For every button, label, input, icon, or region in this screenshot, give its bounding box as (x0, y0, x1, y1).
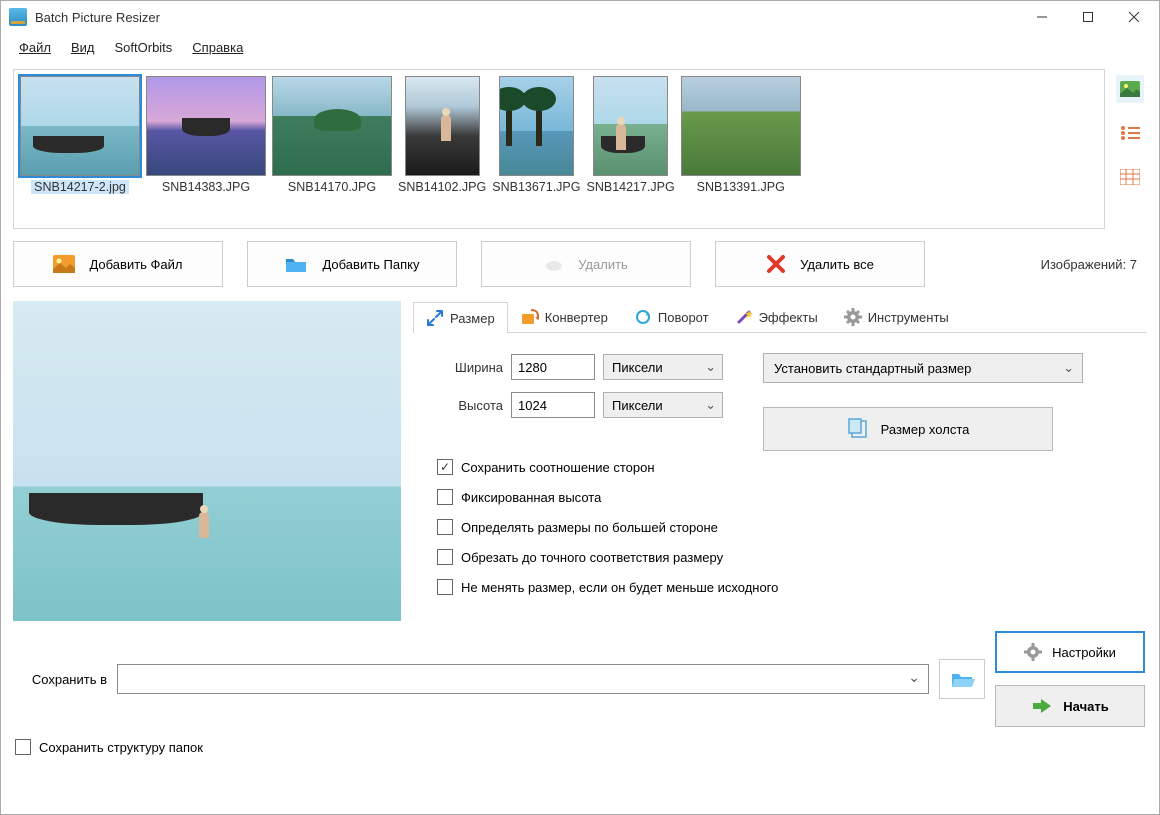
maximize-button[interactable] (1065, 2, 1111, 32)
add-file-button[interactable]: Добавить Файл (13, 241, 223, 287)
wand-icon (735, 308, 753, 326)
play-icon (1031, 697, 1053, 715)
thumbnail-label: SNB13391.JPG (697, 180, 785, 194)
app-icon (9, 8, 27, 26)
thumbnail-image (681, 76, 801, 176)
thumbnail-image (405, 76, 480, 176)
crop-exact-checkbox[interactable]: Обрезать до точного соответствия размеру (431, 549, 1147, 565)
menu-file[interactable]: Файл (9, 36, 61, 59)
tab-converter[interactable]: Конвертер (508, 301, 621, 332)
thumbnail-label: SNB14383.JPG (162, 180, 250, 194)
preview-pane (13, 301, 401, 621)
rotate-icon (634, 308, 652, 326)
delete-button[interactable]: Удалить (481, 241, 691, 287)
menu-bar: Файл Вид SoftOrbits Справка (1, 33, 1159, 61)
width-input[interactable] (511, 354, 595, 380)
save-to-label: Сохранить в (15, 672, 107, 687)
resize-icon (426, 309, 444, 327)
fixed-height-checkbox[interactable]: Фиксированная высота (431, 489, 1147, 505)
height-unit-select[interactable]: Пиксели (603, 392, 723, 418)
thumbnail-item[interactable]: SNB14383.JPG (146, 76, 266, 222)
width-label: Ширина (431, 360, 503, 375)
menu-help[interactable]: Справка (182, 36, 253, 59)
thumbnail-image (593, 76, 668, 176)
start-button[interactable]: Начать (995, 685, 1145, 727)
delete-x-icon (766, 254, 786, 274)
save-path-select[interactable] (117, 664, 929, 694)
view-thumbnails-button[interactable] (1116, 75, 1144, 103)
folder-open-icon (949, 669, 975, 689)
keep-aspect-checkbox[interactable]: ✓ Сохранить соотношение сторон (431, 459, 1147, 475)
canvas-size-button[interactable]: Размер холста (763, 407, 1053, 451)
browse-folder-button[interactable] (939, 659, 985, 699)
thumbnail-image (272, 76, 392, 176)
settings-panel: Размер Конвертер Поворот Эффекты Инструм… (413, 301, 1147, 621)
tab-rotate[interactable]: Поворот (621, 301, 722, 332)
picture-icon (53, 255, 75, 273)
add-file-label: Добавить Файл (89, 257, 182, 272)
thumbnail-item[interactable]: SNB13391.JPG (681, 76, 801, 222)
delete-all-button[interactable]: Удалить все (715, 241, 925, 287)
menu-view[interactable]: Вид (61, 36, 105, 59)
standard-size-select[interactable]: Установить стандартный размер (763, 353, 1083, 383)
folder-icon (284, 255, 308, 273)
window-title: Batch Picture Resizer (35, 10, 160, 25)
thumbnail-item[interactable]: SNB14102.JPG (398, 76, 486, 222)
image-count: Изображений: 7 (1041, 257, 1147, 272)
minimize-button[interactable] (1019, 2, 1065, 32)
image-icon (1119, 80, 1141, 98)
action-toolbar: Добавить Файл Добавить Папку Удалить Уда… (13, 241, 1147, 287)
delete-label: Удалить (578, 257, 628, 272)
gear-icon (844, 308, 862, 326)
convert-icon (521, 308, 539, 326)
keep-folder-structure-checkbox[interactable]: Сохранить структуру папок (15, 739, 1145, 755)
view-details-button[interactable] (1116, 163, 1144, 191)
thumbnail-image (499, 76, 574, 176)
gear-icon (1024, 643, 1042, 661)
close-button[interactable] (1111, 2, 1157, 32)
thumbnail-label: SNB14217.JPG (587, 180, 675, 194)
height-input[interactable] (511, 392, 595, 418)
delete-all-label: Удалить все (800, 257, 874, 272)
thumbnail-image (146, 76, 266, 176)
thumbnail-label: SNB14217-2.jpg (31, 180, 129, 194)
tab-bar: Размер Конвертер Поворот Эффекты Инструм… (413, 301, 1147, 333)
thumbnail-label: SNB13671.JPG (492, 180, 580, 194)
thumbnail-item[interactable]: SNB14217.JPG (587, 76, 675, 222)
eraser-icon (544, 254, 564, 274)
thumbnail-label: SNB14170.JPG (288, 180, 376, 194)
menu-softorbits[interactable]: SoftOrbits (105, 36, 183, 59)
add-folder-label: Добавить Папку (322, 257, 419, 272)
thumbnail-panel: SNB14217-2.jpg SNB14383.JPG SNB14170.JPG SN… (13, 69, 1105, 229)
add-folder-button[interactable]: Добавить Папку (247, 241, 457, 287)
dont-resize-smaller-checkbox[interactable]: Не менять размер, если он будет меньше и… (431, 579, 1147, 595)
thumbnail-item[interactable]: SNB14170.JPG (272, 76, 392, 222)
view-list-button[interactable] (1116, 119, 1144, 147)
width-unit-select[interactable]: Пиксели (603, 354, 723, 380)
table-icon (1120, 169, 1140, 185)
settings-button[interactable]: Настройки (995, 631, 1145, 673)
thumbnail-item[interactable]: SNB13671.JPG (492, 76, 580, 222)
thumbnail-label: SNB14102.JPG (398, 180, 486, 194)
tab-size[interactable]: Размер (413, 302, 508, 333)
tab-tools[interactable]: Инструменты (831, 301, 962, 332)
list-icon (1120, 125, 1140, 141)
canvas-icon (847, 418, 869, 440)
tab-effects[interactable]: Эффекты (722, 301, 831, 332)
title-bar: Batch Picture Resizer (1, 1, 1159, 33)
height-label: Высота (431, 398, 503, 413)
fit-longest-checkbox[interactable]: Определять размеры по большей стороне (431, 519, 1147, 535)
view-toolbar (1113, 69, 1147, 229)
thumbnail-item[interactable]: SNB14217-2.jpg (20, 76, 140, 222)
thumbnail-image (20, 76, 140, 176)
